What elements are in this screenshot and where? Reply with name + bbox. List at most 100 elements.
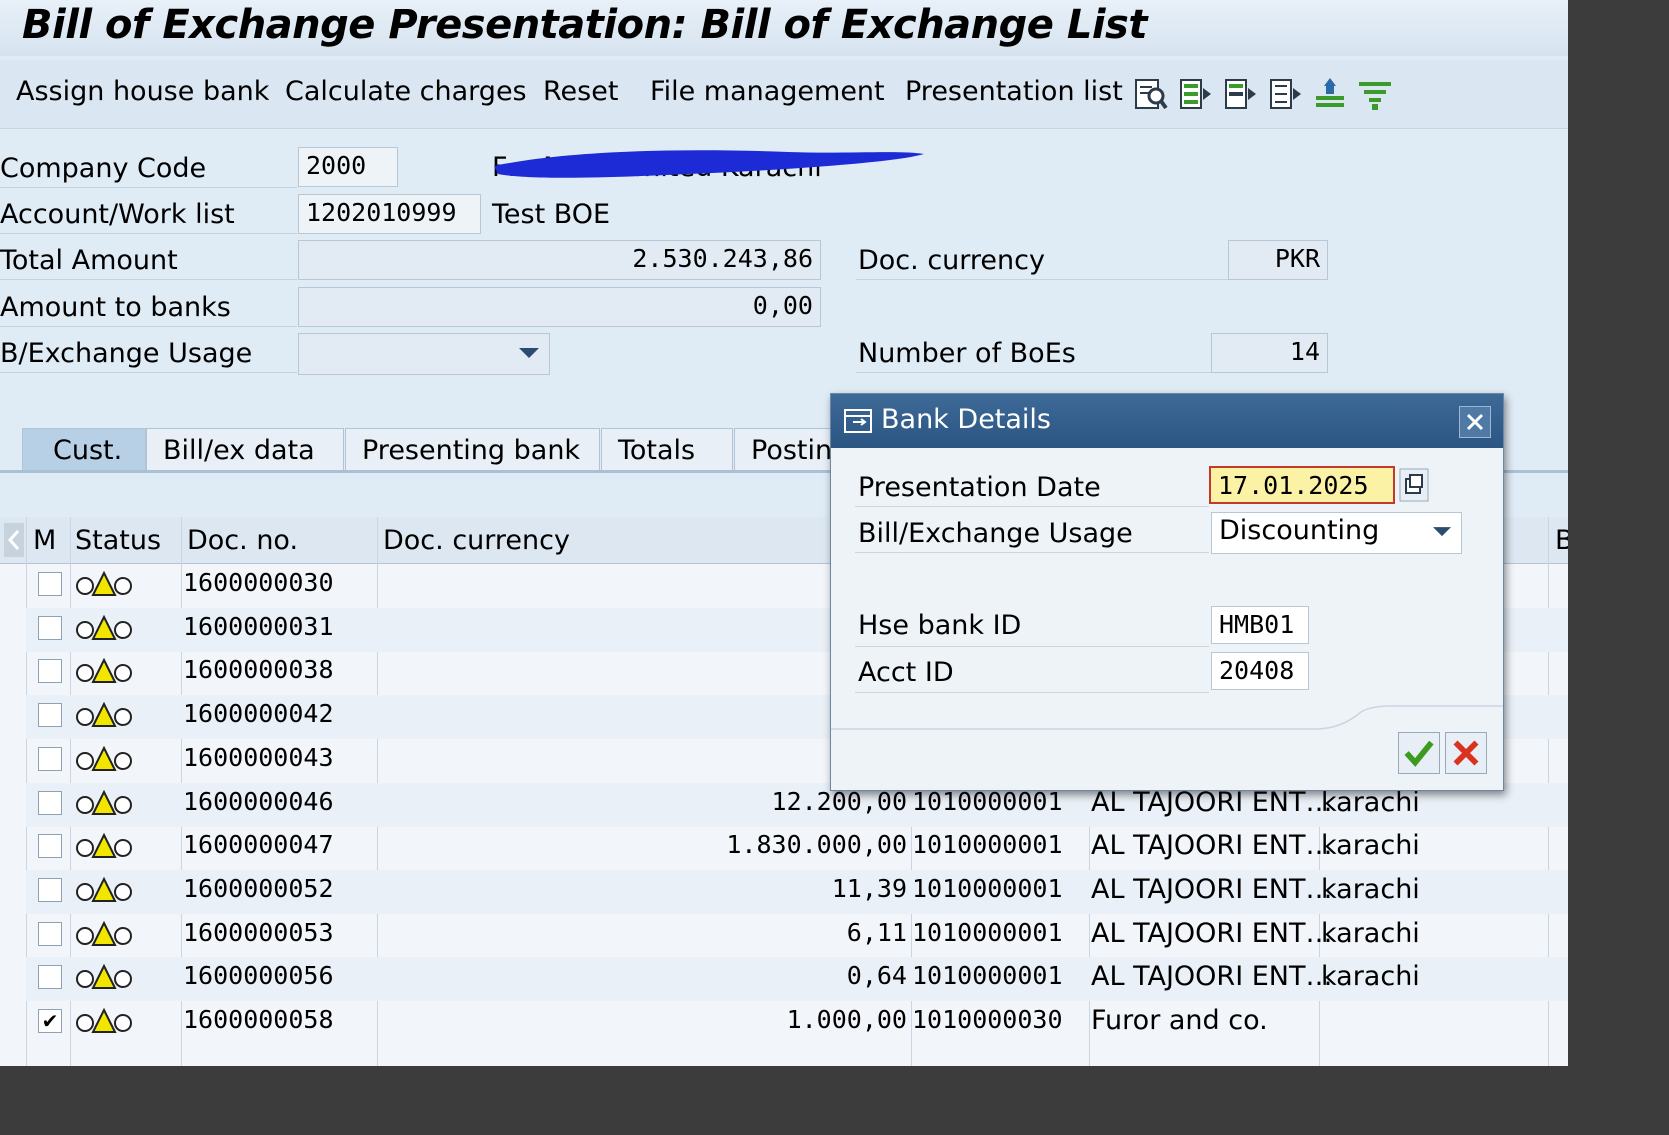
usage-label: Bill/Exchange Usage (858, 518, 1133, 549)
filter-icon[interactable] (1357, 74, 1393, 114)
detail-icon[interactable] (1132, 74, 1168, 114)
usage-dropdown[interactable]: Discounting (1211, 512, 1462, 554)
row-checkbox[interactable] (38, 659, 62, 684)
tab-totals[interactable]: Totals (601, 428, 733, 472)
traffic-light-warning-icon (76, 789, 132, 815)
amount-cell: 1.2 (381, 655, 907, 684)
title-bar: Bill of Exchange Presentation: Bill of E… (0, 0, 1568, 56)
tab-cust[interactable]: Cust. (22, 428, 146, 472)
customer-name-cell: AL TAJOORI ENT… (1091, 873, 1333, 905)
amount-to-banks-label: Amount to banks (0, 292, 231, 323)
traffic-light-warning-icon (76, 964, 132, 990)
table-row[interactable]: 1600000052 11,39 1010000001 AL TAJOORI ENT…… (26, 869, 1568, 914)
hse-bank-label: Hse bank ID (858, 610, 1022, 641)
city-cell: karachi (1321, 786, 1420, 818)
assign-house-bank-button[interactable]: Assign house bank (16, 76, 269, 107)
customer-cell: 1010000001 (912, 873, 1063, 903)
doc-no-cell: 1600000031 (183, 611, 334, 641)
city-cell: karachi (1321, 961, 1420, 993)
cancel-button[interactable] (1445, 732, 1487, 774)
account-name: Test BOE (492, 199, 611, 230)
column-header-m[interactable]: M (33, 525, 56, 556)
calculate-charges-button[interactable]: Calculate charges (285, 76, 527, 107)
column-header-doc-no[interactable]: Doc. no. (187, 525, 298, 556)
row-checkbox[interactable] (38, 921, 62, 946)
doc-no-cell: 1600000043 (183, 742, 334, 772)
city-cell: karachi (1321, 917, 1420, 949)
table-row[interactable]: ✔ 1600000058 1.000,00 1010000030 Furor and c… (26, 1001, 1568, 1045)
amount-cell: 6,11 (846, 917, 907, 947)
customer-name-cell: AL TAJOORI ENT… (1091, 786, 1333, 818)
row-checkbox[interactable] (38, 877, 62, 902)
customer-name-cell: Furor and co. (1091, 1005, 1268, 1036)
divider (0, 372, 297, 373)
sort-ascending-icon[interactable] (1312, 74, 1348, 114)
presentation-list-button[interactable]: Presentation list (905, 76, 1123, 107)
doc-currency-label: Doc. currency (858, 245, 1045, 276)
hse-bank-field[interactable]: HMB01 (1211, 606, 1309, 644)
column-header-b[interactable]: B (1555, 525, 1568, 556)
chevron-down-icon[interactable] (1433, 527, 1451, 538)
tab-postings[interactable]: Postin (734, 428, 844, 472)
amount-cell: 0,64 (846, 961, 907, 991)
row-checkbox[interactable] (38, 790, 62, 815)
row-checkbox[interactable]: ✔ (38, 1009, 62, 1033)
company-code-field[interactable]: 2000 (298, 147, 398, 187)
reset-button[interactable]: Reset (543, 76, 618, 107)
close-icon[interactable] (1459, 406, 1491, 438)
company-code-label: Company Code (0, 153, 207, 184)
application-toolbar: Assign house bank Calculate charges Rese… (0, 60, 1568, 129)
amount-cell: 513.6 (381, 699, 907, 728)
city-cell: karachi (1321, 830, 1420, 862)
row-checkbox[interactable] (38, 572, 62, 596)
traffic-light-warning-icon (76, 832, 132, 859)
divider (0, 233, 297, 234)
chevron-down-icon[interactable] (519, 348, 539, 360)
confirm-button[interactable] (1398, 732, 1440, 774)
bank-details-dialog: Bank Details Presentation Date 17.01.202… (830, 393, 1504, 791)
tab-bill-ex-data[interactable]: Bill/ex data (146, 428, 344, 472)
customer-name-cell: AL TAJOORI ENT… (1091, 830, 1333, 862)
row-checkbox[interactable] (38, 615, 62, 640)
divider (0, 326, 297, 327)
doc-currency-field: PKR (1228, 240, 1328, 280)
divider (856, 372, 1211, 373)
traffic-light-warning-icon (76, 1007, 132, 1033)
presentation-date-label: Presentation Date (858, 472, 1101, 503)
select-all-icon[interactable] (1177, 74, 1213, 114)
total-amount-field: 2.530.243,86 (298, 240, 821, 280)
traffic-light-warning-icon (76, 658, 132, 684)
amount-cell: 1.830.000,00 (726, 830, 907, 860)
acct-field[interactable]: 20408 (1211, 652, 1309, 690)
usage-dropdown[interactable] (298, 333, 550, 375)
customer-name-cell: AL TAJOORI ENT… (1091, 961, 1333, 993)
divider (0, 187, 297, 188)
row-checkbox[interactable] (38, 834, 62, 859)
column-header-status[interactable]: Status (75, 525, 161, 556)
calendar-picker-icon[interactable] (1399, 468, 1429, 502)
row-checkbox[interactable] (38, 965, 62, 990)
amount-cell: 8 (381, 743, 907, 772)
number-boes-label: Number of BoEs (858, 338, 1076, 369)
row-checkbox[interactable] (38, 703, 62, 728)
account-field[interactable]: 1202010999 (298, 194, 481, 234)
table-row[interactable]: 1600000047 1.830.000,00 1010000001 AL TAJOO… (26, 826, 1568, 870)
usage-label: B/Exchange Usage (0, 338, 253, 369)
scroll-left-icon[interactable] (4, 523, 24, 557)
table-row[interactable]: 1600000053 6,11 1010000001 AL TAJOORI ENT… k… (26, 914, 1568, 958)
file-management-button[interactable]: File management (650, 76, 885, 107)
presentation-date-field[interactable]: 17.01.2025 (1209, 466, 1395, 504)
city-cell: karachi (1321, 873, 1420, 905)
column-header-doc-currency[interactable]: Doc. currency (383, 525, 570, 556)
row-checkbox[interactable] (38, 746, 62, 771)
customer-cell: 1010000001 (912, 830, 1063, 860)
traffic-light-warning-icon (76, 745, 132, 771)
tab-presenting-bank[interactable]: Presenting bank (345, 428, 600, 472)
amount-cell: 11,39 (831, 873, 907, 903)
customer-name-cell: AL TAJOORI ENT… (1091, 917, 1333, 949)
traffic-light-warning-icon (76, 876, 132, 902)
amount-cell: 12.200,00 (771, 786, 907, 816)
table-row[interactable]: 1600000056 0,64 1010000001 AL TAJOORI ENT… k… (26, 957, 1568, 1002)
select-block-icon[interactable] (1222, 74, 1258, 114)
deselect-all-icon[interactable] (1267, 74, 1303, 114)
